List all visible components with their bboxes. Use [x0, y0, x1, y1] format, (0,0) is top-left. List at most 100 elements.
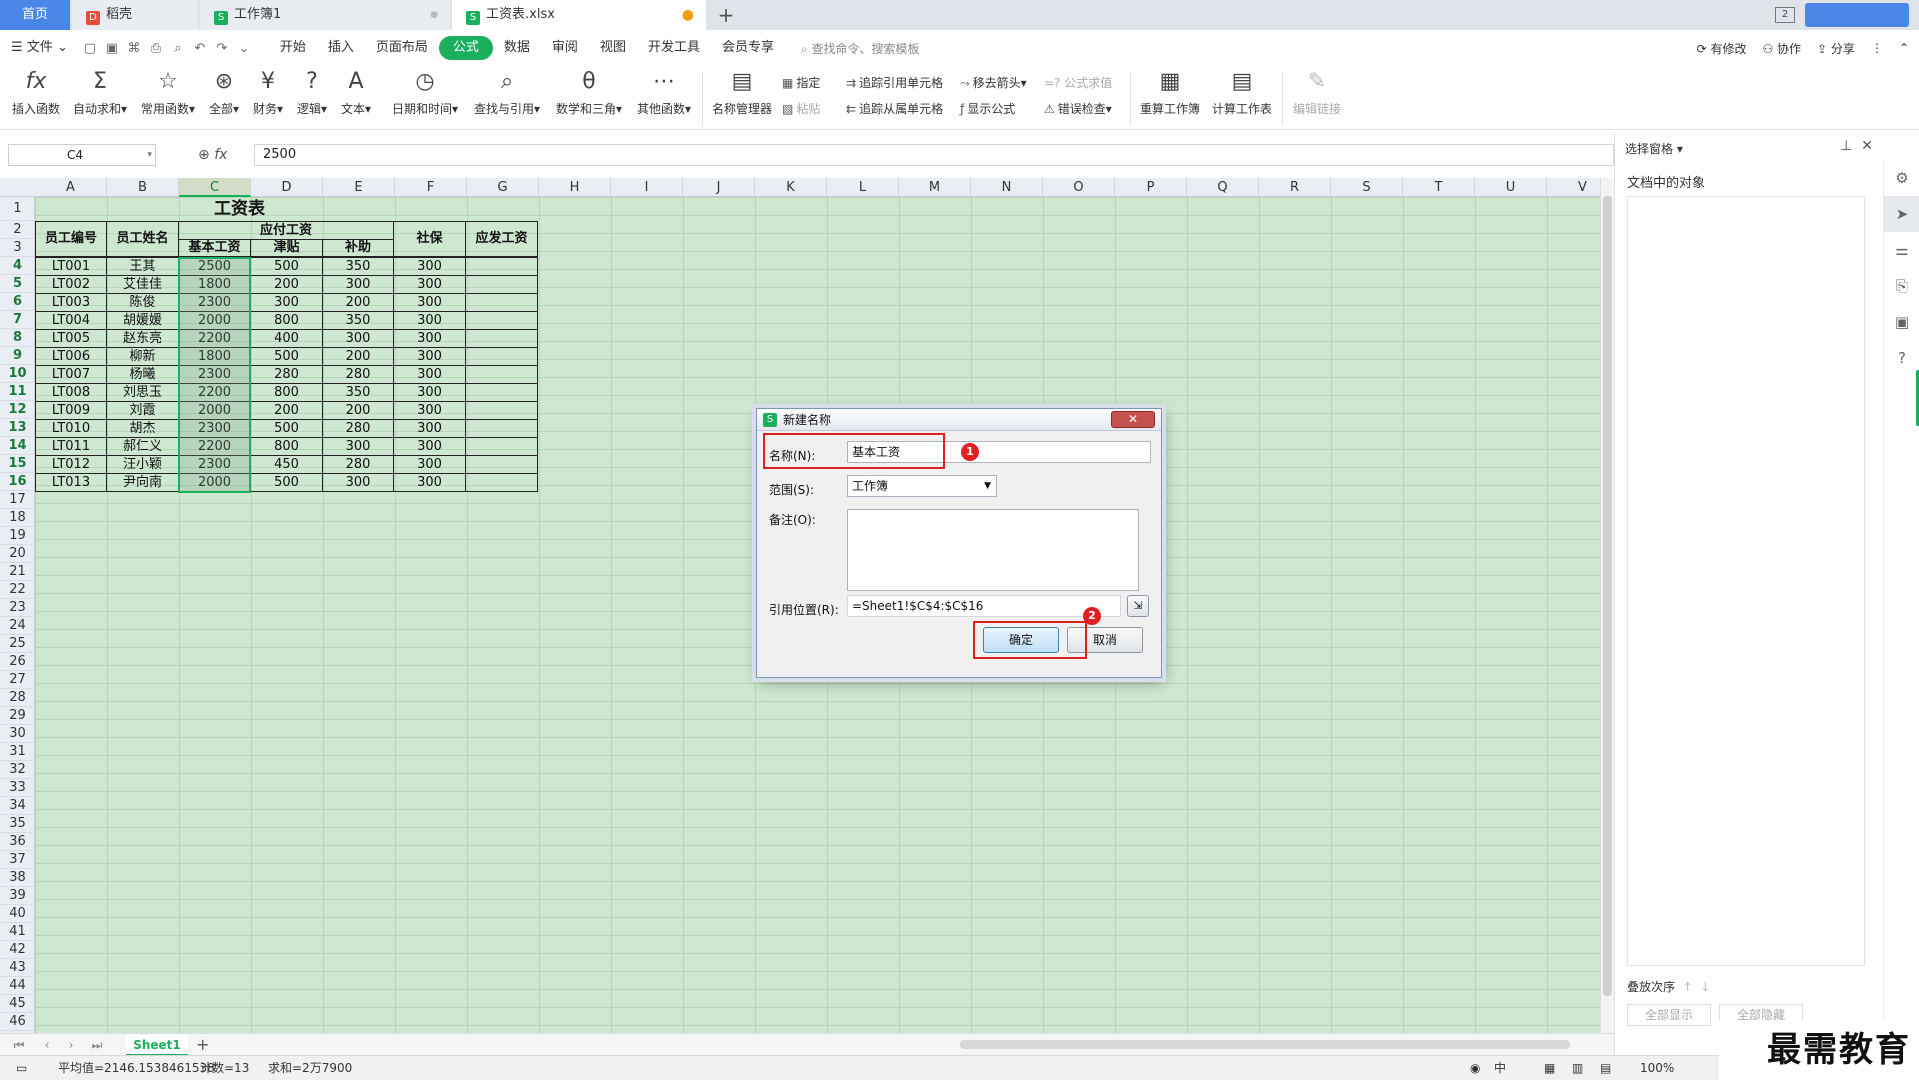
column-header[interactable]: B	[107, 178, 179, 197]
cell-employee-id[interactable]: LT010	[35, 419, 107, 438]
name-manager-button[interactable]: ▤ 名称管理器	[710, 68, 774, 117]
zoom-icon[interactable]: ⊕	[198, 147, 210, 163]
column-header[interactable]: R	[1259, 178, 1331, 197]
cell-subsidy[interactable]: 200	[322, 401, 394, 420]
cell-net-salary[interactable]	[465, 257, 538, 276]
cell-allowance[interactable]: 200	[250, 275, 323, 294]
row-header[interactable]: 23	[0, 599, 35, 617]
show-all-button[interactable]: 全部显示	[1627, 1004, 1711, 1026]
header-social-security[interactable]: 社保	[393, 221, 466, 257]
row-header[interactable]: 11	[0, 383, 35, 401]
header-employee-id[interactable]: 员工编号	[35, 221, 107, 257]
cell-employee-id[interactable]: LT007	[35, 365, 107, 384]
modified-button[interactable]: ⟳ 有修改	[1697, 40, 1747, 57]
cell-social-security[interactable]: 300	[393, 455, 466, 474]
row-header[interactable]: 30	[0, 725, 35, 743]
more-icon[interactable]: ⋮	[1871, 41, 1883, 55]
macro-icon[interactable]: ▭	[16, 1056, 27, 1080]
backup-icon[interactable]: ⎘	[1884, 268, 1919, 304]
column-header[interactable]: I	[611, 178, 683, 197]
column-header[interactable]: Q	[1187, 178, 1259, 197]
row-header[interactable]: 6	[0, 293, 35, 311]
row-header[interactable]: 12	[0, 401, 35, 419]
row-header[interactable]: 33	[0, 779, 35, 797]
cell-social-security[interactable]: 300	[393, 311, 466, 330]
cell-subsidy[interactable]: 300	[322, 473, 394, 492]
cell-allowance[interactable]: 200	[250, 401, 323, 420]
row-header[interactable]: 24	[0, 617, 35, 635]
row-header[interactable]: 7	[0, 311, 35, 329]
cell-subsidy[interactable]: 200	[322, 293, 394, 312]
column-header[interactable]: D	[251, 178, 323, 197]
cell-subsidy[interactable]: 280	[322, 455, 394, 474]
sheet-tab-sheet1[interactable]: Sheet1	[126, 1034, 188, 1056]
cell-net-salary[interactable]	[465, 275, 538, 294]
table-title[interactable]: 工资表	[35, 197, 444, 221]
layout-switch-icon[interactable]: 2	[1775, 7, 1795, 23]
ref-input[interactable]: =Sheet1!$C$4:$C$16	[847, 595, 1121, 617]
row-header[interactable]: 39	[0, 887, 35, 905]
object-list[interactable]	[1627, 196, 1865, 966]
format-painter-icon[interactable]: ⌘	[123, 41, 145, 56]
fx-label[interactable]: fx	[214, 147, 227, 163]
row-header[interactable]: 20	[0, 545, 35, 563]
cell-social-security[interactable]: 300	[393, 293, 466, 312]
cell-employee-name[interactable]: 陈俊	[106, 293, 179, 312]
column-header[interactable]: V	[1547, 178, 1600, 197]
cell-employee-id[interactable]: LT004	[35, 311, 107, 330]
other-functions-button[interactable]: ⋯ 其他函数▾	[634, 68, 694, 117]
horizontal-scrollbar[interactable]	[960, 1040, 1570, 1049]
close-icon[interactable]: ✕	[1861, 138, 1873, 154]
cell-subsidy[interactable]: 300	[322, 437, 394, 456]
row-header[interactable]: 4	[0, 257, 35, 275]
cell-net-salary[interactable]	[465, 473, 538, 492]
evaluate-formula-button[interactable]: =? 公式求值	[1044, 74, 1112, 91]
row-header[interactable]: 38	[0, 869, 35, 887]
autosum-button[interactable]: Σ 自动求和▾	[70, 68, 130, 117]
row-header[interactable]: 34	[0, 797, 35, 815]
style-icon[interactable]: ⚙	[1884, 160, 1919, 196]
comment-textarea[interactable]	[847, 509, 1139, 591]
common-functions-button[interactable]: ☆ 常用函数▾	[138, 68, 198, 117]
cell-employee-name[interactable]: 艾佳佳	[106, 275, 179, 294]
column-header[interactable]: C	[179, 178, 251, 197]
row-header[interactable]: 41	[0, 923, 35, 941]
cell-net-salary[interactable]	[465, 365, 538, 384]
trace-precedents-button[interactable]: ⇉ 追踪引用单元格	[846, 74, 943, 91]
formula-input[interactable]: 2500	[254, 144, 1614, 166]
cell-employee-id[interactable]: LT002	[35, 275, 107, 294]
cell-subsidy[interactable]: 300	[322, 275, 394, 294]
last-sheet-icon[interactable]: ⏭	[90, 1034, 104, 1056]
cell-social-security[interactable]: 300	[393, 419, 466, 438]
cell-allowance[interactable]: 450	[250, 455, 323, 474]
dialog-close-button[interactable]: ✕	[1111, 411, 1155, 428]
select-pointer-icon[interactable]: ➤	[1884, 196, 1919, 232]
cell-employee-name[interactable]: 赵东亮	[106, 329, 179, 348]
row-header[interactable]: 35	[0, 815, 35, 833]
cell-allowance[interactable]: 500	[250, 257, 323, 276]
column-header[interactable]: T	[1403, 178, 1475, 197]
cell-employee-name[interactable]: 王其	[106, 257, 179, 276]
redo-icon[interactable]: ↷	[211, 41, 233, 56]
name-box[interactable]: C4 ▾	[8, 144, 156, 166]
cell-net-salary[interactable]	[465, 311, 538, 330]
menu-view[interactable]: 视图	[589, 36, 637, 60]
row-header[interactable]: 45	[0, 995, 35, 1013]
cell-employee-id[interactable]: LT006	[35, 347, 107, 366]
row-header[interactable]: 36	[0, 833, 35, 851]
bring-forward-icon[interactable]: ↑	[1683, 980, 1693, 994]
row-header[interactable]: 42	[0, 941, 35, 959]
cell-subsidy[interactable]: 280	[322, 365, 394, 384]
menu-start[interactable]: 开始	[269, 36, 317, 60]
normal-view-icon[interactable]: ▦	[1544, 1056, 1555, 1080]
properties-icon[interactable]: ⚌	[1884, 232, 1919, 268]
menu-member[interactable]: 会员专享	[711, 36, 785, 60]
trace-dependents-button[interactable]: ⇇ 追踪从属单元格	[846, 100, 943, 117]
new-doc-icon[interactable]: ▢	[79, 41, 101, 56]
row-header[interactable]: 22	[0, 581, 35, 599]
lookup-button[interactable]: ⌕ 查找与引用▾	[470, 68, 544, 117]
column-header[interactable]: L	[827, 178, 899, 197]
cell-allowance[interactable]: 500	[250, 419, 323, 438]
row-header[interactable]: 40	[0, 905, 35, 923]
remove-arrows-button[interactable]: ⤳ 移去箭头▾	[960, 74, 1027, 91]
